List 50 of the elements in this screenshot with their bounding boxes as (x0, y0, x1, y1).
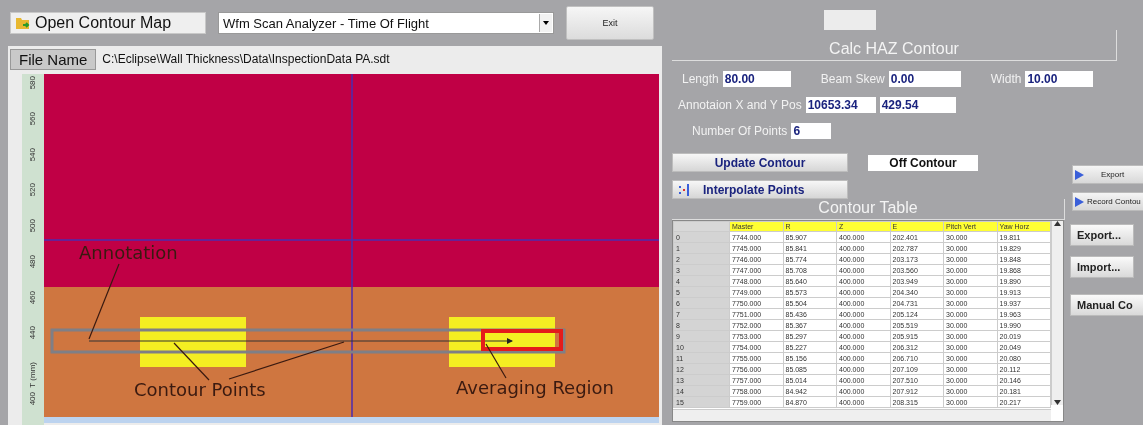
leader-line (173, 342, 210, 381)
analyzer-dropdown[interactable]: Wfm Scan Analyzer - Time Of Flight (218, 12, 554, 34)
horizontal-scrollbar[interactable] (673, 409, 1051, 421)
annotation-label: Averaging Region (456, 377, 615, 398)
axis-tick-label: 480 (28, 254, 38, 269)
number-input[interactable]: 0.00 (888, 71, 961, 87)
annotation-label: Annotation (79, 242, 178, 263)
field-label: Width (990, 72, 1022, 86)
points-input[interactable]: 6 (791, 123, 832, 139)
y-position-input[interactable]: 429.54 (879, 97, 956, 113)
annotation-label: Contour Points (134, 379, 266, 400)
axis-tick-label: 580 (28, 76, 38, 90)
axis-tick-label: 460 (28, 290, 38, 304)
field-label: Length (682, 72, 719, 86)
axis-tick-label: 500 (28, 219, 38, 233)
file-path: C:\Eclipse\Wall Thickness\Data\InspectionData PA.sdt (102, 52, 390, 66)
axis-tick-label: 400 (28, 391, 38, 405)
axis-title: T (mm) (28, 362, 38, 388)
open-map-button[interactable]: Open Contour Map (10, 12, 206, 34)
scroll-down-icon (1054, 400, 1061, 405)
update-contour-button[interactable]: Update Contour (672, 153, 848, 172)
field-label: Number Of Points (692, 124, 788, 138)
axis-tick-label: 520 (28, 183, 38, 197)
blank-field (824, 10, 876, 30)
contour-status: Off Contour (868, 154, 978, 171)
x-position-input[interactable]: 10653.34 (805, 97, 876, 113)
record-contour-button[interactable]: Record Contou (1072, 192, 1143, 211)
vertical-scrollbar[interactable] (1051, 221, 1063, 405)
number-input[interactable]: 80.00 (722, 71, 791, 87)
axis-tick-label: 440 (28, 326, 38, 340)
interpolate-button[interactable]: Interpolate Points (672, 180, 848, 199)
play-icon (1075, 169, 1084, 180)
number-input[interactable]: 10.00 (1025, 71, 1094, 87)
table-action-button[interactable]: Manual Co (1070, 294, 1143, 316)
exit-button[interactable]: Exit (566, 6, 654, 40)
table-action-button[interactable]: Import... (1070, 256, 1134, 278)
field-label: Annotaion X and Y Pos (678, 98, 802, 112)
scroll-up-icon (1054, 221, 1061, 226)
field-label: Beam Skew (820, 72, 885, 86)
axis-tick-label: 560 (28, 111, 38, 126)
folder-icon (15, 15, 31, 31)
play-icon (1075, 196, 1084, 207)
export-button[interactable]: Export (1072, 165, 1143, 184)
file-name-label: File Name (10, 48, 97, 70)
leader-line (485, 343, 507, 379)
section-title: Calc HAZ Contour (672, 30, 1117, 61)
axis-tick-label: 540 (28, 147, 38, 161)
table-action-button[interactable]: Export... (1070, 224, 1134, 246)
interpolate-icon (679, 183, 689, 196)
dropdown-caret-icon (543, 21, 549, 25)
